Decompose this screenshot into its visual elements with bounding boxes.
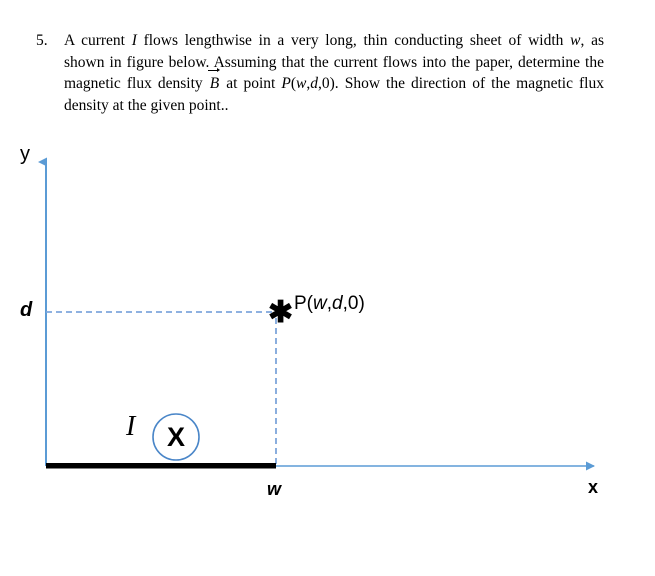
point-p-prefix: P( xyxy=(294,293,313,314)
problem-text-segment-11: d xyxy=(310,75,318,92)
figure-svg-canvas xyxy=(38,157,595,471)
problem-statement: 5. A current I flows lengthwise in a ver… xyxy=(36,30,604,116)
problem-text-segment-7: P xyxy=(281,75,291,92)
point-p-marker: ✱ xyxy=(268,296,294,329)
conducting-sheet xyxy=(46,463,276,469)
point-p-suffix: ,0) xyxy=(342,293,365,314)
problem-text-segment-2: flows lengthwise in a very long, thin co… xyxy=(136,32,571,49)
figure-diagram: y x d w ✱ P(w,d,0) I X xyxy=(0,130,655,576)
current-i-label: I xyxy=(126,411,136,442)
current-into-page-x-icon: X xyxy=(166,421,185,452)
point-p-d: d xyxy=(332,293,343,314)
problem-text-segment-6: at point xyxy=(220,75,282,92)
problem-text: A current I flows lengthwise in a very l… xyxy=(64,30,604,116)
problem-number: 5. xyxy=(36,32,48,49)
problem-text-segment-3: w xyxy=(570,32,581,49)
y-axis-label: y xyxy=(20,143,30,165)
width-w-label: w xyxy=(267,479,282,499)
problem-text-segment-9: w xyxy=(296,75,307,92)
point-p-w: w xyxy=(313,293,327,314)
distance-d-label: d xyxy=(20,299,33,321)
x-axis-label: x xyxy=(588,477,599,497)
problem-text-segment-0: A current xyxy=(64,32,132,49)
vector-b-symbol: B xyxy=(207,68,221,95)
problem-row: 5. A current I flows lengthwise in a ver… xyxy=(36,30,604,116)
point-p-label: P(w,d,0) xyxy=(294,294,365,313)
